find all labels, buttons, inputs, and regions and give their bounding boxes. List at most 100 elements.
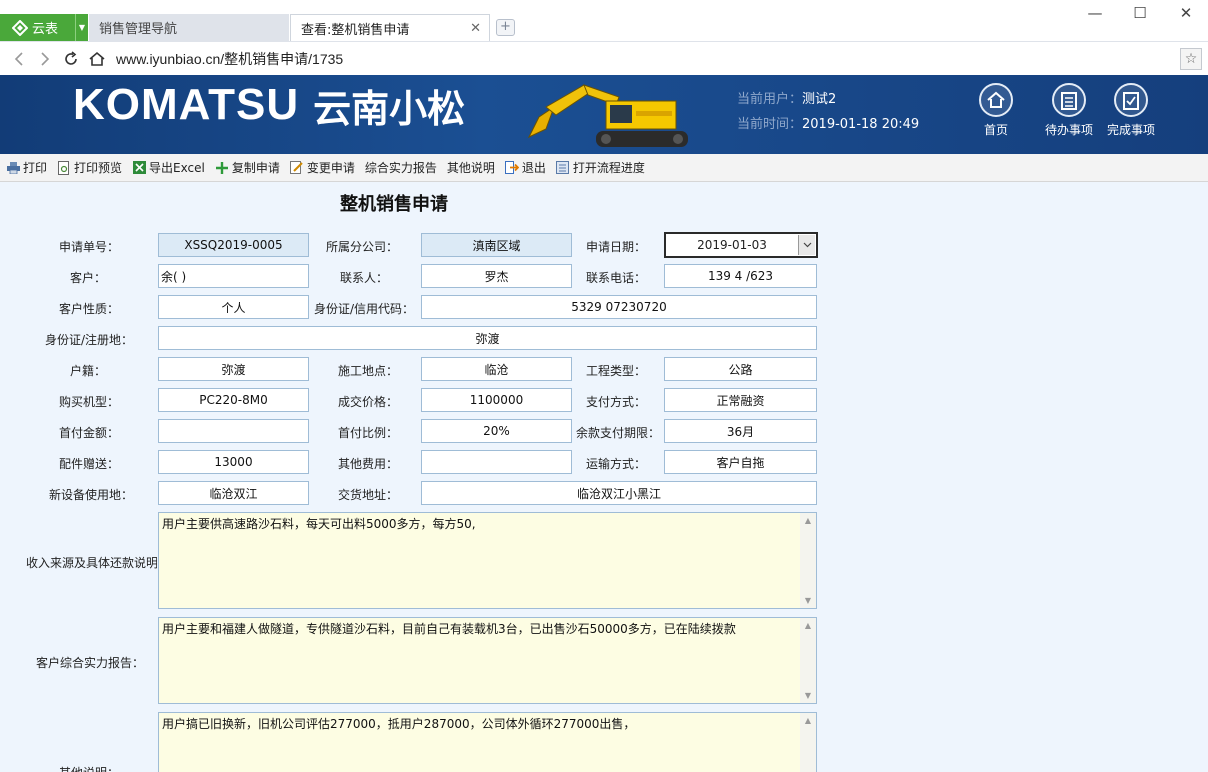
print-label: 打印 — [23, 161, 48, 175]
tab-view-request[interactable]: 查看:整机销售申请 ✕ — [290, 14, 490, 41]
brand-logo: KOMATSU 云南小松 — [73, 80, 465, 131]
current-user-label: 当前用户： — [737, 92, 803, 107]
exit-button[interactable]: 退出 — [504, 159, 546, 176]
label-phone: 联系电话： — [585, 271, 646, 285]
request-date-value: 2019-01-03 — [697, 238, 767, 252]
label-income-desc: 收入来源及具体还款说明 — [26, 556, 157, 570]
change-request-button[interactable]: 变更申请 — [290, 159, 355, 176]
transport-field[interactable]: 客户自拖 — [664, 450, 817, 474]
tab-label: 查看:整机销售申请 — [301, 22, 410, 38]
print-button[interactable]: 打印 — [6, 159, 47, 176]
scrollbar[interactable]: ▲▼ — [800, 618, 816, 703]
home-icon[interactable] — [84, 46, 110, 72]
print-preview-button[interactable]: 打印预览 — [57, 159, 122, 176]
new-tab-button[interactable]: + — [496, 19, 515, 36]
strength-report-label: 综合实力报告 — [364, 161, 437, 175]
parts-gift-field[interactable]: 13000 — [158, 450, 309, 474]
bookmark-star-icon[interactable]: ☆ — [1180, 48, 1202, 70]
excavator-image — [527, 84, 688, 147]
close-window-icon[interactable]: ✕ — [1175, 4, 1197, 22]
open-progress-button[interactable]: 打开流程进度 — [556, 159, 645, 176]
nav-home-button[interactable]: 首页 — [966, 83, 1026, 138]
minimize-icon[interactable]: — — [1084, 4, 1106, 22]
label-model: 购买机型： — [58, 395, 119, 409]
other-fee-field[interactable] — [421, 450, 572, 474]
close-tab-icon[interactable]: ✕ — [470, 21, 481, 36]
yunbiao-logo-icon — [12, 19, 28, 36]
scroll-up-icon[interactable]: ▲ — [805, 716, 811, 725]
label-parts-gift: 配件赠送： — [58, 457, 119, 471]
refresh-icon[interactable] — [58, 46, 84, 72]
scrollbar[interactable]: ▲▼ — [800, 713, 816, 772]
label-contact: 联系人： — [339, 271, 388, 285]
chevron-down-icon[interactable] — [798, 235, 815, 255]
nav-done-button[interactable]: 完成事项 — [1101, 83, 1161, 138]
nav-home-label: 首页 — [983, 123, 1008, 137]
back-icon[interactable] — [6, 46, 32, 72]
forward-icon[interactable] — [32, 46, 58, 72]
copy-request-button[interactable]: 复制申请 — [215, 159, 280, 176]
customer-field[interactable]: 余( ) — [158, 264, 309, 288]
label-transport: 运输方式： — [585, 457, 646, 471]
current-time-label: 当前时间： — [737, 117, 803, 132]
down-amount-field[interactable] — [158, 419, 309, 443]
scroll-down-icon[interactable]: ▼ — [805, 691, 811, 700]
reg-addr-field[interactable]: 弥渡 — [158, 326, 817, 350]
printer-icon — [6, 161, 20, 175]
app-menu-dropdown-icon[interactable]: ▼ — [75, 14, 88, 41]
current-user-value: 测试2 — [802, 92, 837, 107]
excel-icon — [132, 161, 146, 175]
scroll-up-icon[interactable]: ▲ — [805, 621, 811, 630]
project-type-field[interactable]: 公路 — [664, 357, 817, 381]
label-payment: 支付方式： — [585, 395, 646, 409]
price-field[interactable]: 1100000 — [421, 388, 572, 412]
open-progress-label: 打开流程进度 — [572, 161, 645, 175]
other-notes-button[interactable]: 其他说明 — [447, 159, 495, 176]
scrollbar[interactable]: ▲▼ — [800, 513, 816, 608]
tab-sales-nav[interactable]: 销售管理导航 — [89, 14, 289, 41]
down-ratio-field[interactable]: 20% — [421, 419, 572, 443]
action-toolbar: 打印 打印预览 导出Excel 复制申请 变更申请 综合实力报告 其他说明 退出… — [0, 154, 1208, 182]
maximize-icon[interactable]: ☐ — [1129, 4, 1151, 22]
contact-field[interactable]: 罗杰 — [421, 264, 572, 288]
branch-field[interactable]: 滇南区域 — [421, 233, 572, 257]
current-time: 当前时间：2019-01-18 20:49 — [737, 113, 919, 132]
label-strength: 客户综合实力报告： — [35, 656, 144, 670]
label-reg-addr: 身份证/注册地： — [44, 333, 133, 347]
export-excel-button[interactable]: 导出Excel — [132, 159, 205, 176]
balance-term-field[interactable]: 36月 — [664, 419, 817, 443]
edit-pencil-icon — [290, 161, 304, 175]
browser-tab-bar: 云表 ▼ 销售管理导航 查看:整机销售申请 ✕ + — ☐ ✕ — [0, 0, 1208, 41]
url-text[interactable]: www.iyunbiao.cn/整机销售申请/1735 — [116, 49, 343, 69]
site-field[interactable]: 临沧 — [421, 357, 572, 381]
payment-field[interactable]: 正常融资 — [664, 388, 817, 412]
customer-type-field[interactable]: 个人 — [158, 295, 309, 319]
other-textarea[interactable]: 用户搞已旧换新，旧机公司评估277000，抵用户287000，公司体外循环277… — [158, 712, 817, 772]
strength-report-button[interactable]: 综合实力报告 — [365, 159, 437, 176]
app-menu-button[interactable]: 云表 ▼ — [0, 14, 88, 41]
clipboard-check-icon — [1114, 83, 1148, 117]
delivery-field[interactable]: 临沧双江小黑江 — [421, 481, 817, 505]
label-balance-term: 余款支付期限： — [575, 426, 660, 440]
header-banner: KOMATSU 云南小松 当前用户：测试2 当前时间：2019-01-18 20… — [0, 75, 1208, 154]
label-request-no: 申请单号： — [58, 240, 119, 254]
phone-field[interactable]: 139 4 /623 — [664, 264, 817, 288]
request-no-field[interactable]: XSSQ2019-0005 — [158, 233, 309, 257]
change-request-label: 变更申请 — [306, 161, 355, 175]
use-place-field[interactable]: 临沧双江 — [158, 481, 309, 505]
address-bar: www.iyunbiao.cn/整机销售申请/1735 ☆ — [0, 41, 1208, 75]
form-content: 整机销售申请 申请单号： XSSQ2019-0005 所属分公司： 滇南区域 申… — [0, 182, 1208, 772]
id-code-field[interactable]: 5329 07230720 — [421, 295, 817, 319]
model-field[interactable]: PC220-8M0 — [158, 388, 309, 412]
plus-icon — [215, 161, 229, 175]
strength-textarea[interactable]: 用户主要和福建人做隧道，专供隧道沙石料，目前自己有装载机3台，已出售沙石5000… — [158, 617, 817, 704]
household-field[interactable]: 弥渡 — [158, 357, 309, 381]
label-down-ratio: 首付比例： — [337, 426, 398, 440]
nav-done-label: 完成事项 — [1106, 123, 1155, 137]
scroll-up-icon[interactable]: ▲ — [805, 516, 811, 525]
export-excel-label: 导出Excel — [149, 161, 205, 175]
income-desc-textarea[interactable]: 用户主要供高速路沙石料，每天可出料5000多方，每方50, ▲ ▼ — [158, 512, 817, 609]
nav-todo-button[interactable]: 待办事项 — [1039, 83, 1099, 138]
scroll-down-icon[interactable]: ▼ — [805, 596, 811, 605]
request-date-select[interactable]: 2019-01-03 — [664, 232, 818, 258]
